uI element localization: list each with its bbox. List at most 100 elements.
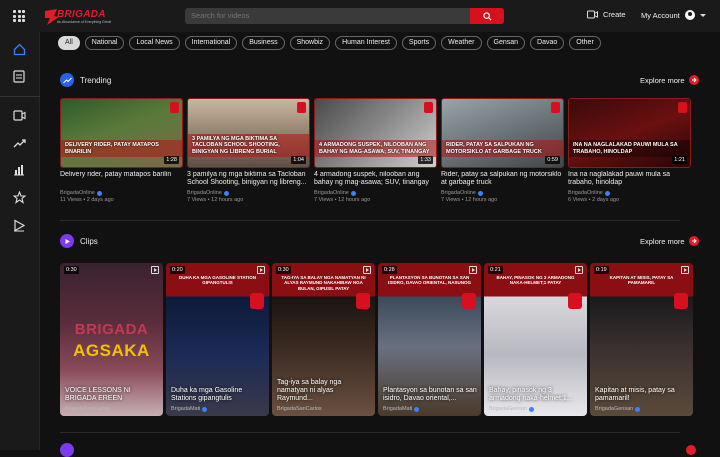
clip-card[interactable]: DUHA KA MGA GASOLINE STATION GIPANGTULIS… bbox=[166, 263, 269, 416]
brand-badge bbox=[462, 293, 476, 309]
chip-other[interactable]: Other bbox=[569, 36, 601, 50]
trending-icon[interactable] bbox=[12, 136, 26, 150]
channel-name[interactable]: BrigadaOnline bbox=[60, 190, 183, 196]
star-icon[interactable] bbox=[12, 190, 26, 204]
clip-card[interactable]: TAG-IYA SA BALAY NGA NAMATYAN NI ALYAS R… bbox=[272, 263, 375, 416]
chip-sports[interactable]: Sports bbox=[401, 36, 437, 50]
clip-card[interactable]: PLANTASYON SA BUNOTAN SA SAN ISIDRO, DAV… bbox=[378, 263, 481, 416]
video-title[interactable]: Delivery rider, patay matapos barilin bbox=[60, 171, 183, 188]
chip-national[interactable]: National bbox=[84, 36, 125, 50]
clip-play-icon[interactable] bbox=[681, 266, 689, 274]
duration-badge: 1:04 bbox=[291, 156, 306, 164]
thumbnail-headline: INA NA NAGLALAKAD PAUWI MULA SA TRABAHO,… bbox=[569, 140, 690, 157]
clip-play-icon[interactable] bbox=[469, 266, 477, 274]
logo-tagline: An Abundance of Everything Great bbox=[57, 20, 111, 24]
clip-card[interactable]: BRIGADA AGSAKA 0:30 VOICE LESSONS NI BRI… bbox=[60, 263, 163, 416]
news-feed-icon[interactable] bbox=[12, 69, 26, 83]
channel-name[interactable]: BrigadaOnline bbox=[314, 190, 437, 196]
arrow-right-icon bbox=[688, 236, 699, 246]
chip-local-news[interactable]: Local News bbox=[129, 36, 180, 50]
stats-icon[interactable] bbox=[12, 163, 26, 177]
chip-business[interactable]: Business bbox=[242, 36, 285, 50]
account-menu[interactable]: My Account bbox=[641, 10, 706, 20]
clip-title[interactable]: Bahay, pinasok ng 3 armadong naka-helmet… bbox=[489, 387, 583, 403]
clip-title[interactable]: VOICE LESSONS NI BRIGADA EREEN bbox=[65, 387, 159, 403]
chip-human-interest[interactable]: Human Interest bbox=[335, 36, 397, 50]
channel-name[interactable]: BrigadaOnline bbox=[187, 190, 310, 196]
clip-title[interactable]: Kapitan at misis, patay sa pamamaril! bbox=[595, 387, 689, 403]
clip-channel[interactable]: BrigadaMati bbox=[383, 406, 420, 412]
channel-name[interactable]: BrigadaOnline bbox=[568, 190, 691, 196]
chip-gensan[interactable]: Gensan bbox=[486, 36, 526, 50]
clip-channel[interactable]: BrigadaSanCarlos bbox=[277, 406, 322, 412]
video-thumbnail[interactable]: 3 PAMILYA NG MGA BIKTIMA SA TACLOBAN SCH… bbox=[187, 98, 310, 168]
thumbnail-headline: DELIVERY RIDER, PATAY MATAPOS BNARILIN bbox=[61, 140, 182, 157]
clips-explore-more[interactable]: Explore more bbox=[640, 236, 699, 246]
video-meta: 7 Views • 12 hours ago bbox=[314, 197, 371, 203]
clip-duration: 0:30 bbox=[276, 266, 291, 274]
clip-channel[interactable]: BrigadaGensan bbox=[595, 406, 641, 412]
verified-icon bbox=[529, 406, 535, 412]
clip-title[interactable]: Plantasyon sa bunotan sa san isidro, Dav… bbox=[383, 387, 477, 403]
clip-card[interactable]: KAPITAN AT MISIS, PATAY SA PAMAMARIL 0:1… bbox=[590, 263, 693, 416]
brand-badge bbox=[551, 102, 560, 113]
section-divider bbox=[60, 220, 680, 221]
create-button[interactable]: Create bbox=[587, 10, 626, 19]
clip-play-icon[interactable] bbox=[363, 266, 371, 274]
home-icon[interactable] bbox=[12, 42, 26, 56]
clip-headline: BAHAY, PINASOK NG 3 ARMADONG NAKA-HELMET… bbox=[496, 275, 575, 286]
video-camera-icon bbox=[587, 10, 598, 19]
channel-label: BrigadaGensan bbox=[595, 406, 634, 412]
thumbnail-headline: 4 ARMADONG SUSPEK, NILOOBAN ANG BAHAY NG… bbox=[315, 140, 436, 157]
duration-badge: 0:59 bbox=[545, 156, 560, 164]
clips-icon bbox=[60, 234, 74, 248]
video-thumbnail[interactable]: INA NA NAGLALAKAD PAUWI MULA SA TRABAHO,… bbox=[568, 98, 691, 168]
verified-icon bbox=[604, 190, 610, 196]
search-button[interactable] bbox=[470, 8, 504, 24]
chip-showbiz[interactable]: Showbiz bbox=[289, 36, 331, 50]
clip-play-icon[interactable] bbox=[257, 266, 265, 274]
brand-badge bbox=[678, 102, 687, 113]
video-title[interactable]: 3 pamilya ng mga biktima sa Tacloban Sch… bbox=[187, 171, 310, 188]
chip-all[interactable]: All bbox=[58, 36, 80, 50]
chip-international[interactable]: International bbox=[184, 36, 238, 50]
clip-play-icon[interactable] bbox=[151, 266, 159, 274]
trending-card[interactable]: RIDER, PATAY SA SALPUKAN NG MOTORSIKLO A… bbox=[441, 98, 564, 203]
trending-icon bbox=[60, 73, 74, 87]
clip-title[interactable]: Tag-iya sa balay nga namatyan ni alyas R… bbox=[277, 379, 371, 403]
video-title[interactable]: Ina na naglalakad pauwi mula sa trabaho,… bbox=[568, 171, 691, 188]
clip-card[interactable]: BAHAY, PINASOK NG 3 ARMADONG NAKA-HELMET… bbox=[484, 263, 587, 416]
thumbnail-headline: 3 PAMILYA NG MGA BIKTIMA SA TACLOBAN SCH… bbox=[188, 134, 309, 157]
clip-play-icon[interactable] bbox=[575, 266, 583, 274]
trending-card[interactable]: 4 ARMADONG SUSPEK, NILOOBAN ANG BAHAY NG… bbox=[314, 98, 437, 203]
video-icon[interactable] bbox=[12, 108, 26, 122]
trending-title: Trending bbox=[80, 75, 112, 85]
clip-channel[interactable]: BrigadaMati bbox=[171, 406, 208, 412]
clip-title[interactable]: Duha ka mga Gasoline Stations gipangtuli… bbox=[171, 387, 265, 403]
trending-card[interactable]: INA NA NAGLALAKAD PAUWI MULA SA TRABAHO,… bbox=[568, 98, 691, 203]
clip-channel[interactable]: BrigadaGensan bbox=[489, 406, 535, 412]
verified-icon bbox=[223, 190, 229, 196]
search-input[interactable] bbox=[185, 8, 470, 24]
trending-header: Trending bbox=[60, 73, 111, 87]
chip-davao[interactable]: Davao bbox=[530, 36, 565, 50]
clips-title: Clips bbox=[80, 236, 98, 246]
next-section-arrow-icon[interactable] bbox=[686, 445, 696, 455]
video-thumbnail[interactable]: RIDER, PATAY SA SALPUKAN NG MOTORSIKLO A… bbox=[441, 98, 564, 168]
play-list-icon[interactable] bbox=[12, 218, 26, 232]
brigada-logo[interactable]: BRIGADA An Abundance of Everything Great bbox=[43, 6, 111, 28]
channel-name[interactable]: BrigadaOnline bbox=[441, 190, 564, 196]
video-title[interactable]: Rider, patay sa salpukan ng motorsiklo a… bbox=[441, 171, 564, 188]
trending-card[interactable]: 3 PAMILYA NG MGA BIKTIMA SA TACLOBAN SCH… bbox=[187, 98, 310, 203]
apps-menu-icon[interactable] bbox=[13, 10, 25, 22]
channel-label: BrigadaGensan bbox=[489, 406, 528, 412]
chip-weather[interactable]: Weather bbox=[441, 36, 482, 50]
video-title[interactable]: 4 armadong suspek, nilooban ang bahay ng… bbox=[314, 171, 437, 188]
video-thumbnail[interactable]: DELIVERY RIDER, PATAY MATAPOS BNARILIN 1… bbox=[60, 98, 183, 168]
account-label: My Account bbox=[641, 10, 680, 20]
video-thumbnail[interactable]: 4 ARMADONG SUSPEK, NILOOBAN ANG BAHAY NG… bbox=[314, 98, 437, 168]
verified-icon bbox=[635, 406, 641, 412]
clip-channel[interactable]: BrigadaSanCarlos bbox=[65, 406, 110, 412]
trending-card[interactable]: DELIVERY RIDER, PATAY MATAPOS BNARILIN 1… bbox=[60, 98, 183, 203]
trending-explore-more[interactable]: Explore more bbox=[640, 75, 699, 85]
